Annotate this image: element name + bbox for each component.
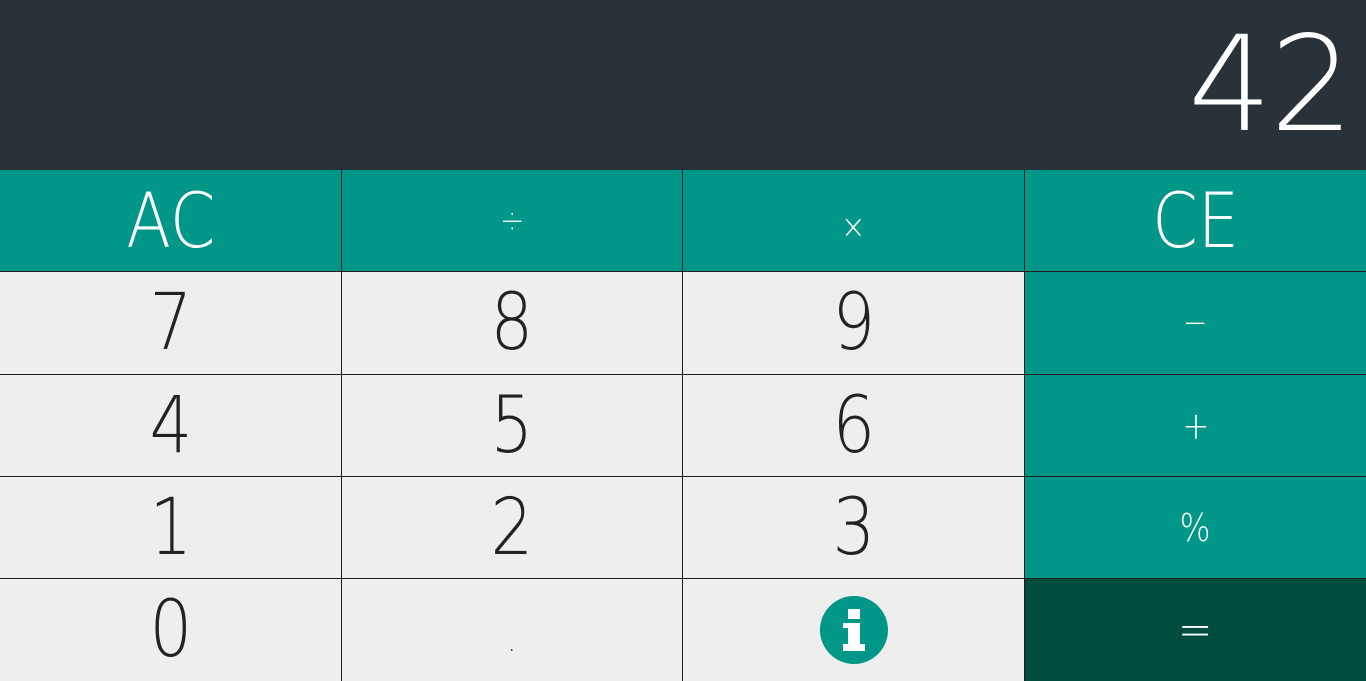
all-clear-button[interactable]: AC: [0, 170, 342, 272]
digit-7-label: 7: [149, 278, 192, 368]
digit-2-label: 2: [490, 482, 534, 573]
clear-entry-label: CE: [1152, 176, 1239, 265]
percent-button[interactable]: %: [1025, 477, 1366, 579]
digit-0-label: 0: [149, 585, 192, 675]
digit-0-button[interactable]: 0: [0, 579, 342, 681]
keypad: AC ÷ × CE 7 8 9 − 4 5 6 + 1 2 3 % 0 . =: [0, 170, 1366, 681]
decimal-button[interactable]: .: [342, 579, 683, 681]
subtract-button[interactable]: −: [1025, 272, 1366, 375]
percent-label: %: [1179, 505, 1212, 550]
digit-6-button[interactable]: 6: [683, 375, 1025, 477]
digit-3-label: 3: [832, 482, 875, 573]
divide-button[interactable]: ÷: [342, 170, 683, 272]
digit-7-button[interactable]: 7: [0, 272, 342, 375]
all-clear-label: AC: [125, 176, 216, 265]
digit-9-button[interactable]: 9: [683, 272, 1025, 375]
digit-5-button[interactable]: 5: [342, 375, 683, 477]
divide-label: ÷: [499, 200, 525, 241]
subtract-label: −: [1183, 303, 1208, 343]
digit-9-label: 9: [832, 278, 875, 368]
digit-2-button[interactable]: 2: [342, 477, 683, 579]
digit-1-label: 1: [149, 482, 192, 573]
multiply-label: ×: [841, 206, 866, 247]
result-value: 42: [1188, 8, 1354, 162]
multiply-button[interactable]: ×: [683, 170, 1025, 272]
equals-label: =: [1178, 602, 1213, 658]
digit-1-button[interactable]: 1: [0, 477, 342, 579]
digit-3-button[interactable]: 3: [683, 477, 1025, 579]
add-button[interactable]: +: [1025, 375, 1366, 477]
digit-8-button[interactable]: 8: [342, 272, 683, 375]
add-label: +: [1181, 403, 1210, 448]
digit-4-label: 4: [149, 380, 192, 471]
digit-4-button[interactable]: 4: [0, 375, 342, 477]
digit-6-label: 6: [832, 380, 875, 471]
decimal-label: .: [507, 623, 517, 659]
digit-5-label: 5: [490, 380, 534, 471]
clear-entry-button[interactable]: CE: [1025, 170, 1366, 272]
digit-8-label: 8: [490, 278, 534, 368]
info-icon: [819, 596, 888, 664]
equals-button[interactable]: =: [1025, 579, 1366, 681]
info-button[interactable]: [683, 579, 1025, 681]
result-display: 42: [0, 0, 1366, 170]
